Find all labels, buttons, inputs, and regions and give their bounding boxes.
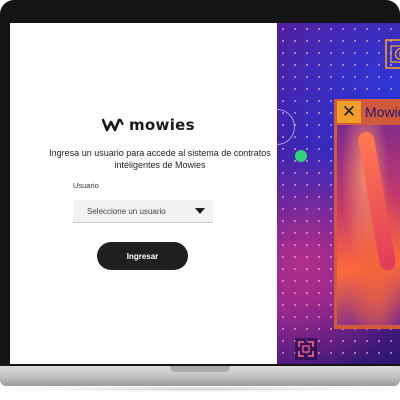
close-glyph: ✕ (341, 101, 357, 122)
close-icon: ✕ (337, 101, 361, 123)
user-select[interactable]: Seleccione un usuario (73, 200, 213, 223)
login-intro-text: Ingresa un usuario para accede al sistem… (49, 148, 271, 170)
focus-frame-icon (295, 338, 317, 360)
art-title-text: Mowie (365, 104, 400, 120)
mowies-mark-icon (102, 118, 124, 132)
laptop-screen: mowies Ingresa un usuario para accede al… (10, 23, 400, 364)
artwork-panel: ✕ Mowie (277, 23, 400, 364)
play-frame-icon (385, 39, 400, 69)
laptop-shadow (10, 386, 390, 392)
user-field-label: Usuario (73, 181, 99, 190)
submit-button[interactable]: Ingresar (97, 242, 188, 270)
laptop-notch (170, 366, 230, 372)
user-select-value: Seleccione un usuario (87, 206, 166, 216)
login-panel: mowies Ingresa un usuario para accede al… (10, 23, 277, 364)
green-dot (295, 150, 307, 162)
brand-logo: mowies (102, 114, 195, 136)
brand-name: mowies (129, 116, 195, 134)
caret-down-icon (195, 208, 205, 214)
